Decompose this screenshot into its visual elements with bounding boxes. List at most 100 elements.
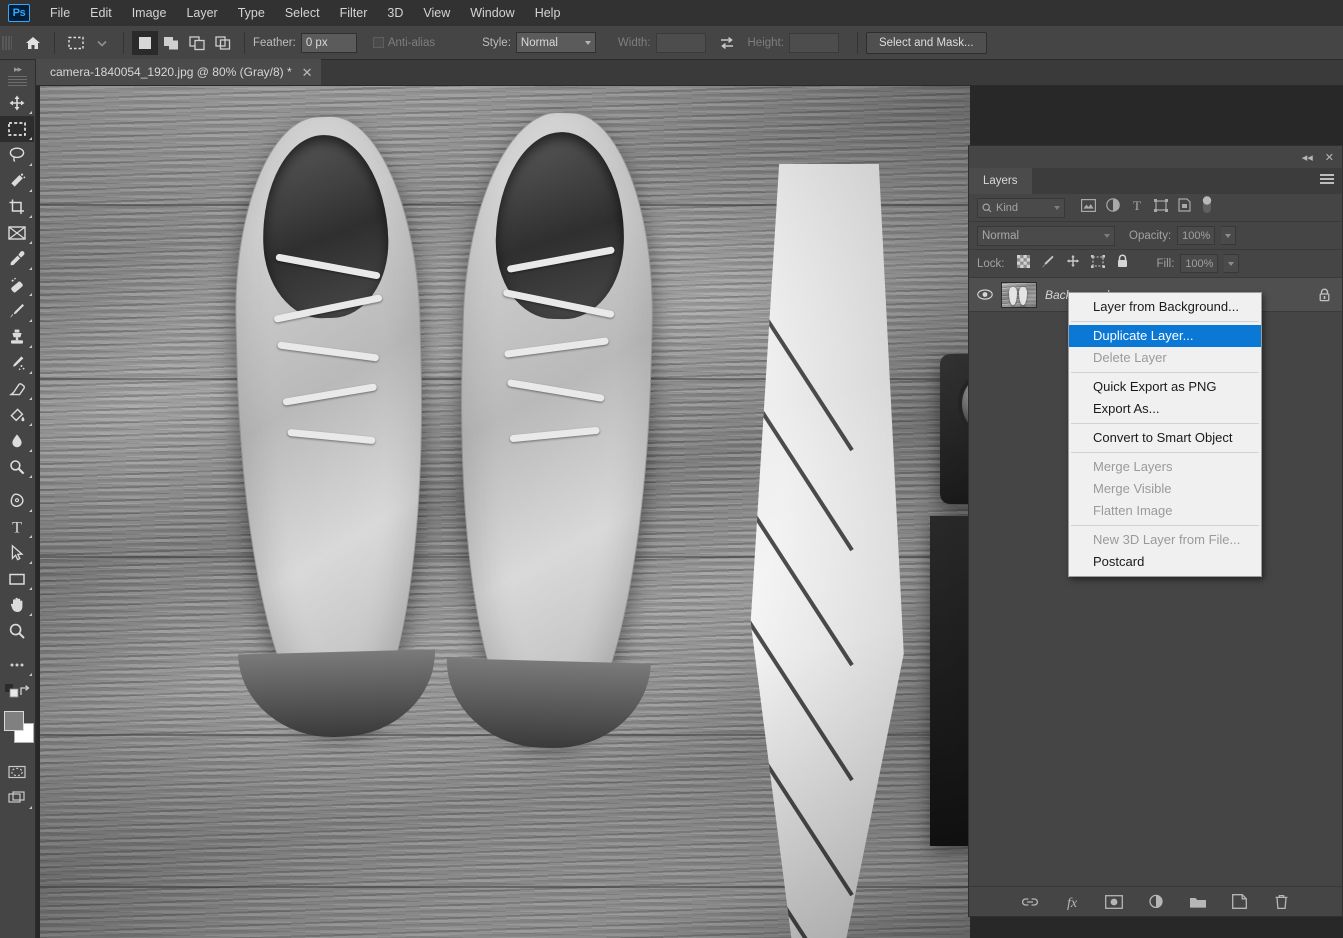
filter-type-layers-icon[interactable]: T (1130, 198, 1144, 217)
link-layers-icon[interactable] (1020, 892, 1040, 912)
menu-item-layer-from-background[interactable]: Layer from Background... (1069, 296, 1261, 318)
menu-item-postcard[interactable]: Postcard (1069, 551, 1261, 573)
zoom-tool[interactable] (0, 618, 34, 644)
menu-item-convert-to-smart-object[interactable]: Convert to Smart Object (1069, 427, 1261, 449)
feather-input[interactable]: 0 px (300, 32, 357, 53)
filter-kind-select[interactable]: Kind (977, 197, 1065, 218)
tool-preset-marquee-icon[interactable] (63, 31, 89, 55)
divider (856, 31, 858, 54)
new-group-icon[interactable] (1188, 892, 1208, 912)
menu-item-export-as[interactable]: Export As... (1069, 398, 1261, 420)
height-input[interactable] (788, 32, 839, 53)
collapse-panel-icon[interactable]: ◂◂ (1302, 151, 1313, 164)
quick-selection-tool[interactable] (0, 168, 34, 194)
menu-help[interactable]: Help (525, 2, 571, 24)
path-selection-tool[interactable] (0, 540, 34, 566)
lock-icon[interactable] (1314, 288, 1334, 302)
opacity-input[interactable]: 100% (1177, 226, 1216, 245)
lock-transparent-pixels-icon[interactable] (1016, 254, 1030, 273)
menu-view[interactable]: View (413, 2, 460, 24)
select-and-mask-button[interactable]: Select and Mask... (865, 31, 987, 54)
style-select[interactable]: Normal (515, 32, 596, 53)
tab-layers[interactable]: Layers (969, 168, 1032, 194)
menu-edit[interactable]: Edit (80, 2, 122, 24)
new-selection-button[interactable] (132, 30, 158, 55)
filter-pixel-layers-icon[interactable] (1081, 198, 1097, 217)
eraser-tool[interactable] (0, 376, 34, 402)
lasso-tool[interactable] (0, 142, 34, 168)
screen-mode-icon[interactable] (0, 785, 34, 811)
default-colors-icon[interactable] (5, 684, 19, 703)
add-layer-mask-icon[interactable] (1104, 892, 1124, 912)
menu-file[interactable]: File (40, 2, 80, 24)
fill-input[interactable]: 100% (1180, 254, 1219, 273)
tool-preset-chevron-down-icon[interactable] (89, 31, 115, 55)
panel-menu-icon[interactable] (1320, 174, 1334, 186)
clone-stamp-tool[interactable] (0, 324, 34, 350)
brush-tool[interactable] (0, 298, 34, 324)
crop-tool[interactable] (0, 194, 34, 220)
menu-separator (1071, 321, 1259, 322)
document-image[interactable] (40, 86, 1080, 938)
eye-icon[interactable] (977, 289, 993, 300)
fill-stepper[interactable] (1224, 254, 1240, 273)
filter-smart-objects-icon[interactable] (1178, 198, 1191, 217)
swap-colors-icon[interactable] (19, 684, 33, 703)
layer-thumbnail[interactable] (1001, 281, 1037, 308)
delete-layer-icon[interactable] (1272, 892, 1292, 912)
spot-healing-brush-tool[interactable] (0, 272, 34, 298)
foreground-color-swatch[interactable] (4, 711, 24, 731)
intersect-with-selection-button[interactable] (210, 31, 236, 55)
filter-toggle-switch[interactable] (1201, 195, 1213, 220)
expand-panel-icon[interactable]: ▸▸ (0, 62, 35, 76)
lock-all-icon[interactable] (1116, 254, 1129, 273)
blend-mode-select[interactable]: Normal (977, 225, 1115, 246)
rectangular-marquee-tool[interactable] (0, 116, 34, 142)
new-layer-icon[interactable] (1230, 892, 1250, 912)
lock-position-icon[interactable] (1066, 254, 1080, 273)
lock-image-pixels-icon[interactable] (1041, 254, 1055, 273)
blend-mode-value: Normal (982, 229, 1020, 242)
hand-tool[interactable] (0, 592, 34, 618)
layer-style-fx-icon[interactable]: fx (1062, 892, 1082, 912)
anti-alias-checkbox[interactable] (372, 37, 384, 48)
eyedropper-tool[interactable] (0, 246, 34, 272)
type-tool[interactable]: T (0, 514, 34, 540)
document-tab[interactable]: camera-1840054_1920.jpg @ 80% (Gray/8) *… (36, 59, 321, 85)
menu-item-quick-export-as-png[interactable]: Quick Export as PNG (1069, 376, 1261, 398)
swap-width-height-icon[interactable] (714, 31, 740, 55)
frame-tool[interactable] (0, 220, 34, 246)
close-icon[interactable]: ✕ (302, 66, 313, 79)
add-to-selection-button[interactable] (158, 31, 184, 55)
width-input[interactable] (655, 32, 706, 53)
menu-filter[interactable]: Filter (330, 2, 378, 24)
opacity-stepper[interactable] (1221, 226, 1237, 245)
pen-tool[interactable] (0, 488, 34, 514)
home-icon[interactable] (20, 31, 46, 55)
dodge-tool[interactable] (0, 454, 34, 480)
rectangle-tool[interactable] (0, 566, 34, 592)
menu-type[interactable]: Type (228, 2, 275, 24)
menu-item-duplicate-layer[interactable]: Duplicate Layer... (1069, 325, 1261, 347)
menu-image[interactable]: Image (122, 2, 177, 24)
svg-text:fx: fx (1066, 896, 1077, 910)
gradient-tool[interactable] (0, 402, 34, 428)
filter-adjustment-layers-icon[interactable] (1106, 198, 1120, 217)
edit-toolbar-ellipsis-icon[interactable] (0, 652, 34, 678)
menu-3d[interactable]: 3D (377, 2, 413, 24)
layer-context-menu[interactable]: Layer from Background... Duplicate Layer.… (1068, 292, 1262, 577)
lock-artboard-nesting-icon[interactable] (1090, 254, 1105, 273)
move-tool[interactable] (0, 90, 34, 116)
toolbar-grip[interactable] (8, 76, 27, 86)
menu-window[interactable]: Window (460, 2, 524, 24)
subtract-from-selection-button[interactable] (184, 31, 210, 55)
new-adjustment-layer-icon[interactable] (1146, 892, 1166, 912)
history-brush-tool[interactable] (0, 350, 34, 376)
options-bar-grip[interactable] (2, 32, 12, 53)
filter-shape-layers-icon[interactable] (1154, 198, 1168, 217)
quick-mask-icon[interactable] (0, 759, 34, 785)
menu-layer[interactable]: Layer (176, 2, 227, 24)
blur-tool[interactable] (0, 428, 34, 454)
close-icon[interactable]: ✕ (1325, 151, 1334, 164)
menu-select[interactable]: Select (275, 2, 330, 24)
